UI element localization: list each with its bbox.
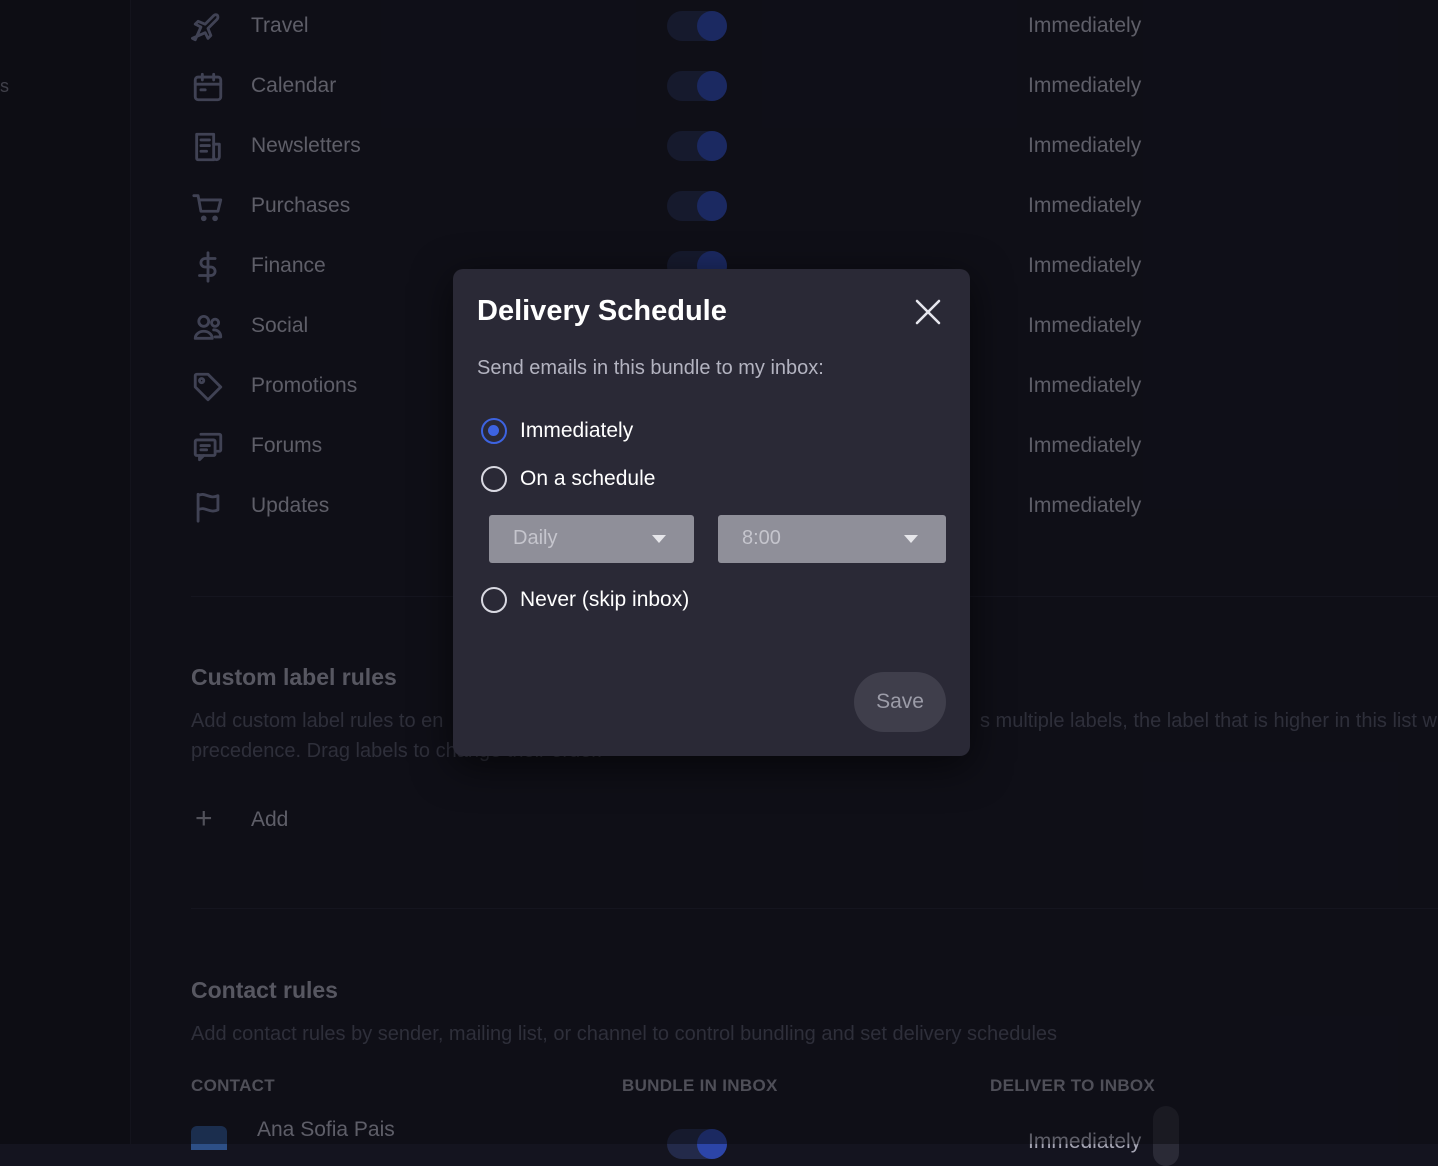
save-button[interactable]: Save xyxy=(854,672,946,732)
dialog-subtitle: Send emails in this bundle to my inbox: xyxy=(477,357,824,379)
radio-immediately[interactable]: Immediately xyxy=(481,416,921,450)
radio-never[interactable]: Never (skip inbox) xyxy=(481,585,921,619)
radio-dot xyxy=(488,425,499,436)
chevron-down-icon xyxy=(904,535,918,543)
select-value: 8:00 xyxy=(742,527,781,549)
radio-on-a-schedule[interactable]: On a schedule xyxy=(481,464,921,498)
dialog-title: Delivery Schedule xyxy=(477,295,727,327)
save-label: Save xyxy=(876,690,924,713)
radio-button[interactable] xyxy=(481,587,507,613)
delivery-schedule-dialog: Delivery Schedule Send emails in this bu… xyxy=(453,269,970,756)
radio-label: Immediately xyxy=(520,419,634,442)
chevron-down-icon xyxy=(652,535,666,543)
close-icon xyxy=(915,299,941,325)
radio-label: Never (skip inbox) xyxy=(520,588,690,611)
radio-label: On a schedule xyxy=(520,467,656,490)
time-select[interactable]: 8:00 xyxy=(718,515,946,563)
radio-button[interactable] xyxy=(481,466,507,492)
frequency-select[interactable]: Daily xyxy=(489,515,694,563)
select-value: Daily xyxy=(513,527,558,549)
close-button[interactable] xyxy=(909,293,947,331)
radio-button-checked[interactable] xyxy=(481,418,507,444)
